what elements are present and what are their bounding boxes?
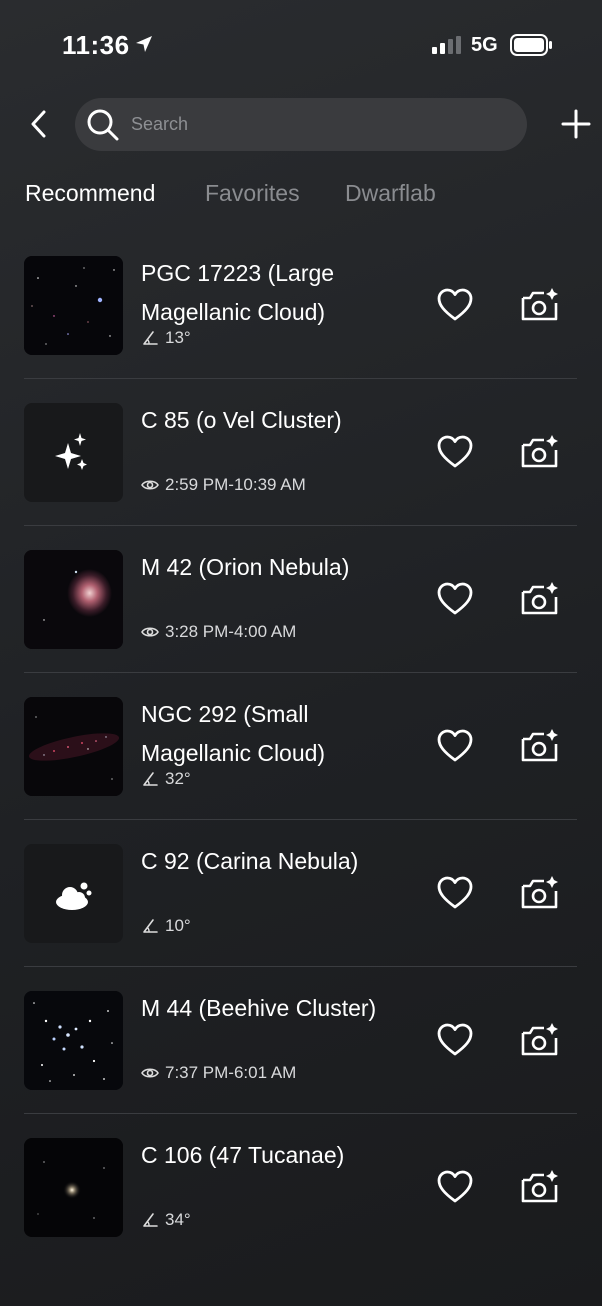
object-meta: 10°: [141, 916, 191, 936]
tab-bar: Recommend Favorites Dwarflab: [0, 180, 602, 220]
angle-icon: [143, 331, 158, 345]
status-time: 11:36: [62, 30, 130, 60]
meta-text: 10°: [165, 916, 191, 935]
object-name: C 85 (o Vel Cluster): [141, 407, 342, 433]
object-thumbnail: [24, 697, 123, 796]
camera-plus-icon[interactable]: [520, 1021, 560, 1059]
meta-text: 3:28 PM-4:00 AM: [165, 622, 297, 641]
search-icon: [87, 109, 119, 141]
object-name: M 42 (Orion Nebula): [141, 554, 350, 580]
object-name: C 92 (Carina Nebula): [141, 848, 359, 874]
object-list: PGC 17223 (Large Magellanic Cloud) 13° C…: [0, 232, 602, 1261]
eye-icon: [141, 480, 159, 490]
angle-icon: [143, 772, 158, 786]
sparkles-icon: [55, 433, 87, 470]
smc-photo: [24, 697, 123, 796]
cell-signal-icon: [432, 36, 461, 54]
camera-plus-icon[interactable]: [520, 727, 560, 765]
meta-text: 2:59 PM-10:39 AM: [165, 475, 306, 494]
tab-dwarflab[interactable]: Dwarflab: [345, 180, 436, 207]
list-item[interactable]: PGC 17223 (Large Magellanic Cloud) 13°: [0, 232, 602, 379]
meta-text: 32°: [165, 769, 191, 788]
object-name: M 44 (Beehive Cluster): [141, 995, 377, 1021]
eye-icon: [141, 627, 159, 637]
object-thumbnail: [24, 1138, 123, 1237]
camera-plus-icon[interactable]: [520, 433, 560, 471]
heart-icon[interactable]: [436, 580, 474, 618]
object-name: NGC 292 (Small Magellanic Cloud): [141, 701, 326, 766]
lmc-photo: [24, 256, 123, 355]
orion-photo: [24, 550, 123, 649]
object-thumbnail: [24, 991, 123, 1090]
search-bar[interactable]: [75, 98, 527, 151]
heart-icon[interactable]: [436, 1168, 474, 1206]
meta-text: 13°: [165, 328, 191, 347]
network-type: 5G: [471, 34, 498, 56]
list-item[interactable]: M 44 (Beehive Cluster) 7:37 PM-6:01 AM: [0, 967, 602, 1114]
list-item[interactable]: C 106 (47 Tucanae) 34°: [0, 1114, 602, 1261]
heart-icon[interactable]: [436, 874, 474, 912]
object-thumbnail: [24, 403, 123, 502]
status-bar: 11:36 5G: [0, 0, 602, 90]
angle-icon: [143, 919, 158, 933]
angle-icon: [143, 1213, 158, 1227]
object-meta: 34°: [141, 1210, 191, 1230]
object-thumbnail: [24, 550, 123, 649]
list-item[interactable]: M 42 (Orion Nebula) 3:28 PM-4:00 AM: [0, 526, 602, 673]
object-meta: 2:59 PM-10:39 AM: [141, 475, 306, 495]
heart-icon[interactable]: [436, 1021, 474, 1059]
heart-icon[interactable]: [436, 433, 474, 471]
tab-favorites[interactable]: Favorites: [205, 180, 300, 207]
object-name: PGC 17223 (Large Magellanic Cloud): [141, 260, 335, 325]
object-meta: 7:37 PM-6:01 AM: [141, 1063, 296, 1083]
eye-icon: [141, 1068, 159, 1078]
meta-text: 7:37 PM-6:01 AM: [165, 1063, 297, 1082]
heart-icon[interactable]: [436, 727, 474, 765]
add-plus-icon[interactable]: [560, 108, 592, 140]
cloud-icon: [56, 882, 92, 910]
list-item[interactable]: NGC 292 (Small Magellanic Cloud) 32°: [0, 673, 602, 820]
camera-plus-icon[interactable]: [520, 580, 560, 618]
tab-recommend[interactable]: Recommend: [25, 180, 155, 207]
object-meta: 13°: [141, 328, 191, 348]
object-name: C 106 (47 Tucanae): [141, 1142, 345, 1168]
search-input[interactable]: [131, 98, 511, 151]
tucanae-photo: [24, 1138, 123, 1237]
location-arrow-icon: [136, 36, 152, 52]
object-meta: 3:28 PM-4:00 AM: [141, 622, 296, 642]
list-item[interactable]: C 92 (Carina Nebula) 10°: [0, 820, 602, 967]
camera-plus-icon[interactable]: [520, 286, 560, 324]
list-item[interactable]: C 85 (o Vel Cluster) 2:59 PM-10:39 AM: [0, 379, 602, 526]
beehive-photo: [24, 991, 123, 1090]
object-meta: 32°: [141, 769, 191, 789]
object-thumbnail: [24, 256, 123, 355]
meta-text: 34°: [165, 1210, 191, 1229]
heart-icon[interactable]: [436, 286, 474, 324]
battery-icon: [510, 34, 552, 56]
camera-plus-icon[interactable]: [520, 1168, 560, 1206]
back-chevron-icon[interactable]: [24, 106, 54, 142]
camera-plus-icon[interactable]: [520, 874, 560, 912]
object-thumbnail: [24, 844, 123, 943]
